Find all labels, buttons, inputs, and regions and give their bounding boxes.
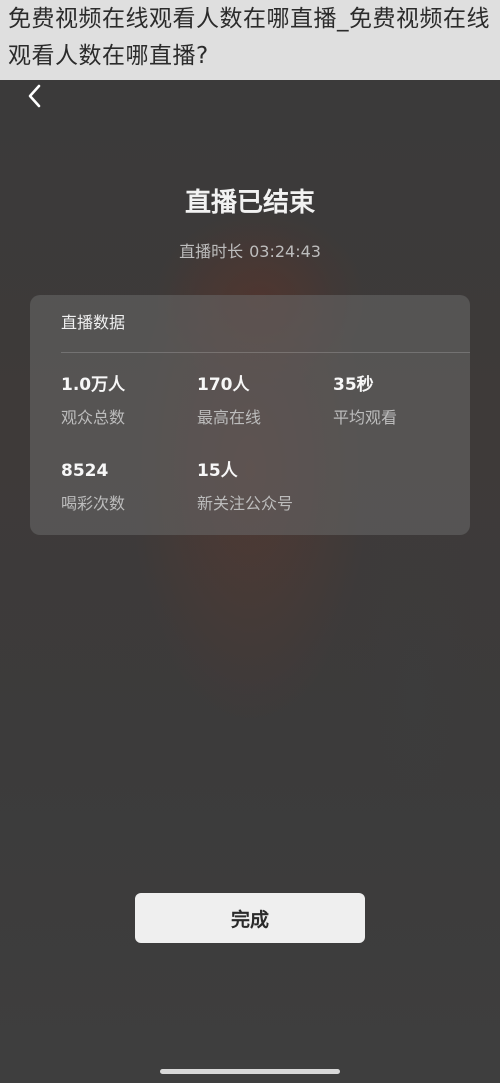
stat-label: 新关注公众号	[197, 494, 294, 513]
stats-card: 直播数据 1.0万人 观众总数 170人 最高在线 35秒 平均观看 8524 …	[30, 295, 470, 535]
live-ended-heading: 直播已结束	[184, 188, 315, 218]
stat-value: 35秒	[333, 375, 374, 395]
stat-total-viewers: 1.0万人 观众总数	[61, 373, 191, 430]
stat-label: 平均观看	[333, 408, 398, 427]
done-button[interactable]: 完成	[135, 893, 365, 943]
stat-new-followers: 15人 新关注公众号	[197, 459, 327, 516]
duration-value: 03:24:43	[249, 242, 321, 261]
stat-peak-online: 170人 最高在线	[197, 373, 327, 430]
overlay-title: 免费视频在线观看人数在哪直播_免费视频在线观看人数在哪直播?	[8, 6, 490, 69]
title-overlay: 免费视频在线观看人数在哪直播_免费视频在线观看人数在哪直播?	[0, 0, 500, 80]
stats-card-title: 直播数据	[61, 313, 126, 332]
duration-label: 直播时长	[179, 242, 244, 261]
stat-label: 观众总数	[61, 408, 126, 427]
stat-value: 170人	[197, 375, 250, 395]
chevron-left-icon	[28, 84, 41, 108]
stat-value: 15人	[197, 461, 238, 481]
stat-label: 喝彩次数	[61, 494, 126, 513]
home-indicator[interactable]	[160, 1069, 340, 1074]
divider	[61, 352, 470, 353]
stat-cheer-count: 8524 喝彩次数	[61, 459, 191, 516]
stat-label: 最高在线	[197, 408, 262, 427]
live-duration: 直播时长 03:24:43	[0, 240, 500, 264]
stat-average-watch: 35秒 平均观看	[333, 373, 463, 430]
stat-value: 1.0万人	[61, 375, 126, 395]
stat-value: 8524	[61, 461, 109, 481]
back-button[interactable]	[20, 80, 50, 112]
